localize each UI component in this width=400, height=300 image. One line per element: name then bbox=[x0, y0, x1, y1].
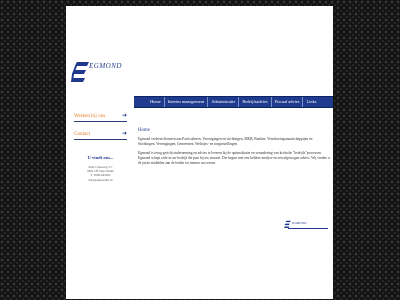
footer-logo-mark-icon bbox=[284, 220, 291, 228]
werken-bij-ons-label: Werken bij ons bbox=[74, 113, 106, 119]
nav-item-bedrijfsadvies[interactable]: Bedrijfsadvies bbox=[238, 97, 270, 107]
find-us-title: U vindt ons... bbox=[87, 155, 114, 160]
nav-item-fiscaal-advies[interactable]: Fiscaal advies bbox=[270, 97, 303, 107]
logo-text: EGMOND bbox=[89, 62, 122, 70]
nav-item-home[interactable]: Home bbox=[134, 97, 164, 107]
nav-item-interim-management[interactable]: Interim management bbox=[163, 97, 207, 107]
content-paragraph: Egmond is terug gericht onderneming en a… bbox=[138, 150, 330, 165]
email-link[interactable]: info@egmondbv.nl bbox=[74, 178, 127, 182]
main-content: Egmond verleent diensten aan Particulier… bbox=[138, 137, 330, 170]
nav-item-administratie[interactable]: Administratie bbox=[207, 97, 238, 107]
address-block: Pelle Claesweg 3-7 9602 CB Velp Oleum T.… bbox=[74, 165, 127, 182]
page-container: EGMOND Home Interim management Administr… bbox=[66, 6, 333, 299]
main-navigation: Home Interim management Administratie Be… bbox=[134, 96, 333, 108]
egmond-logo[interactable]: EGMOND bbox=[71, 58, 141, 92]
contact-button[interactable]: Contact ➜ bbox=[74, 130, 127, 140]
footer-divider bbox=[288, 228, 328, 229]
footer-logo: EGMOND bbox=[284, 220, 329, 232]
footer-logo-text: EGMOND bbox=[292, 221, 307, 225]
nav-item-links[interactable]: Links bbox=[302, 97, 319, 107]
content-paragraph: Egmond verleent diensten aan Particulier… bbox=[138, 137, 313, 146]
werken-bij-ons-button[interactable]: Werken bij ons ➜ bbox=[74, 112, 127, 122]
contact-label: Contact bbox=[74, 131, 91, 137]
page-title: Home bbox=[138, 128, 150, 133]
logo-e-mark-icon bbox=[71, 62, 89, 82]
arrow-right-icon: ➜ bbox=[121, 113, 127, 119]
arrow-right-icon: ➜ bbox=[121, 131, 127, 137]
